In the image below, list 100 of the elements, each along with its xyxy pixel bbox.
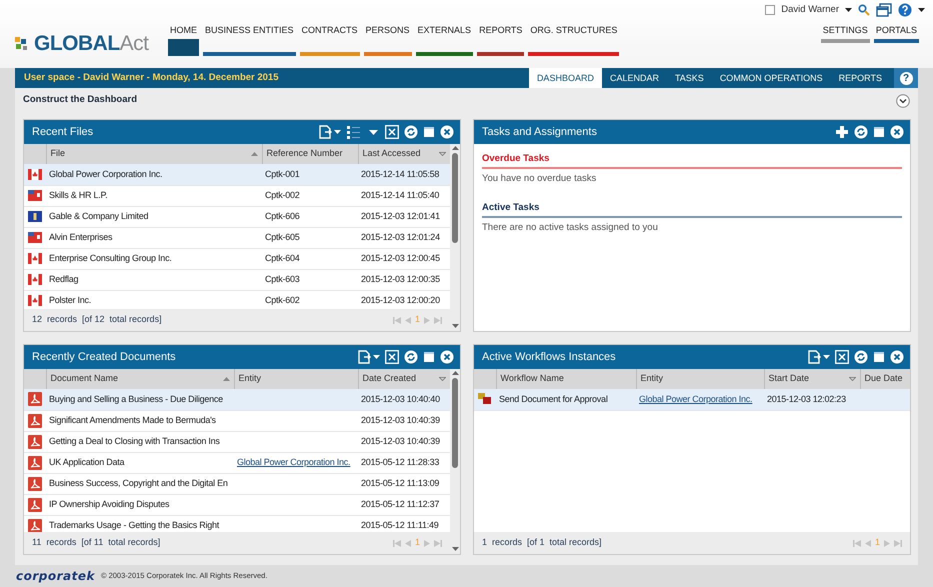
nav-tab[interactable]: PORTALS <box>874 22 919 43</box>
record-count: 1 records [of 1 total records] <box>482 536 602 550</box>
sort-ascending-icon <box>250 152 258 156</box>
table-row[interactable]: Global Power Corporation Inc. Cptk-001 2015-12-14 11:05:58 <box>24 164 450 185</box>
nav-tab[interactable]: SETTINGS <box>820 22 870 43</box>
table-row[interactable]: Buying and Selling a Business - Due Diligence 2015-12-03 10:40:40 <box>24 389 450 410</box>
column-header[interactable]: Due Date <box>860 369 910 389</box>
table-cell: Cptk-606 <box>262 206 358 227</box>
brand-logo: corporatek <box>16 568 95 585</box>
caret-icon[interactable] <box>845 8 852 12</box>
panel-title: Tasks and Assignments <box>482 124 598 140</box>
table-row[interactable]: Business Success, Copyright and the Digital En 2015-05-12 11:13:09 <box>24 473 450 494</box>
checkbox[interactable] <box>765 5 776 16</box>
table-cell: IP Ownership Avoiding Disputes <box>46 494 234 515</box>
tab[interactable]: DASHBOARD <box>528 68 602 88</box>
export-menu-icon[interactable] <box>808 350 830 364</box>
window-icon[interactable] <box>423 351 435 363</box>
column-header[interactable]: Workflow Name <box>496 369 636 389</box>
help-icon[interactable] <box>898 3 912 18</box>
table-row[interactable]: UK Application Data Global Power Corporation Inc. 2015-05-12 11:28:33 <box>24 452 450 473</box>
scrollbar[interactable] <box>450 369 460 554</box>
record-count: 11 records [of 11 total records] <box>32 536 160 550</box>
flag-icon <box>28 253 42 264</box>
column-header[interactable]: Entity <box>636 369 764 389</box>
nav-tab[interactable]: BUSINESS ENTITIES <box>203 22 296 56</box>
windows-icon[interactable] <box>876 3 892 18</box>
flag-icon <box>28 168 42 180</box>
table-row[interactable]: Skills & HR L.P. Cptk-002 2015-12-14 11:05:40 <box>24 185 450 206</box>
flag-icon <box>28 274 42 285</box>
caret-icon[interactable] <box>918 8 925 12</box>
table-cell: Skills & HR L.P. <box>46 185 262 206</box>
window-icon[interactable] <box>873 351 885 363</box>
scroll-up-icon[interactable] <box>452 146 458 150</box>
workflow-icon <box>478 393 492 406</box>
help-button[interactable]: ? <box>900 72 912 84</box>
table-cell: Cptk-001 <box>262 164 358 185</box>
table-row[interactable]: Gable & Company Limited Cptk-606 2015-12-03 12:01:41 <box>24 206 450 227</box>
section-title: Construct the Dashboard <box>23 93 138 108</box>
column-header[interactable]: Start Date <box>764 369 860 389</box>
column-header[interactable]: Date Created <box>358 369 450 389</box>
columns-menu-icon[interactable] <box>346 125 380 139</box>
export-menu-icon[interactable] <box>358 350 380 364</box>
add-icon[interactable] <box>835 125 849 139</box>
column-header[interactable]: File <box>46 144 262 164</box>
refresh-icon[interactable] <box>854 350 868 364</box>
search-icon[interactable] <box>858 4 870 16</box>
table-cell: 2015-12-14 11:05:58 <box>358 164 450 185</box>
close-icon[interactable] <box>890 350 904 364</box>
logo-text: GLOBALAct <box>34 33 148 54</box>
expand-icon[interactable] <box>896 94 910 108</box>
scroll-down-icon[interactable] <box>452 324 458 328</box>
export-menu-icon[interactable] <box>319 125 341 139</box>
tab[interactable]: COMMON OPERATIONS <box>712 68 831 88</box>
table-cell: Global Power Corporation Inc. <box>46 164 262 185</box>
nav-tab[interactable]: REPORTS <box>477 22 524 56</box>
record-count: 12 records [of 12 total records] <box>32 313 162 326</box>
close-icon[interactable] <box>440 125 454 139</box>
close-icon[interactable] <box>440 350 454 364</box>
table-cell: Significant Amendments Made to Bermuda's <box>46 410 234 431</box>
table-row[interactable]: Getting a Deal to Closing with Transaction Ins 2015-12-03 10:40:39 <box>24 431 450 452</box>
table-row[interactable]: Enterprise Consulting Group Inc. Cptk-604 2015-12-03 12:00:45 <box>24 248 450 269</box>
window-icon[interactable] <box>423 126 435 138</box>
column-header[interactable]: Entity <box>234 369 358 389</box>
pdf-icon <box>28 392 42 406</box>
excel-icon[interactable] <box>835 350 849 364</box>
refresh-icon[interactable] <box>404 125 418 139</box>
sort-descending-icon <box>439 377 446 381</box>
scroll-up-icon[interactable] <box>452 371 458 375</box>
tab[interactable]: REPORTS <box>830 68 890 88</box>
table-row[interactable]: Send Document for Approval Global Power Corporation Inc. 2015-12-03 12:02:23 <box>474 389 910 410</box>
refresh-icon[interactable] <box>404 350 418 364</box>
nav-tab[interactable]: ORG. STRUCTURES <box>528 22 620 56</box>
pdf-icon <box>28 434 42 448</box>
table-row[interactable]: Alvin Enterprises Cptk-605 2015-12-03 12:01:24 <box>24 227 450 248</box>
column-header[interactable]: Last Accessed <box>358 144 450 164</box>
refresh-icon[interactable] <box>854 125 868 139</box>
tab[interactable]: TASKS <box>666 68 712 88</box>
table-cell: Alvin Enterprises <box>46 227 262 248</box>
scrollbar[interactable] <box>450 144 460 331</box>
nav-tab[interactable]: CONTRACTS <box>300 22 360 56</box>
nav-tab[interactable]: EXTERNALS <box>416 22 474 56</box>
nav-tab[interactable]: PERSONS <box>364 22 412 56</box>
flag-icon <box>28 295 42 306</box>
scroll-down-icon[interactable] <box>452 547 458 551</box>
column-header[interactable]: Document Name <box>46 369 234 389</box>
excel-icon[interactable] <box>385 350 399 364</box>
excel-icon[interactable] <box>385 125 399 139</box>
entity-link[interactable]: Global Power Corporation Inc. <box>237 456 350 467</box>
tab[interactable]: CALENDAR <box>602 68 667 88</box>
user-menu[interactable]: David Warner <box>781 3 839 18</box>
table-row[interactable]: Significant Amendments Made to Bermuda's 2015-12-03 10:40:39 <box>24 410 450 431</box>
table-row[interactable]: IP Ownership Avoiding Disputes 2015-05-12 11:12:37 <box>24 494 450 515</box>
close-icon[interactable] <box>890 125 904 139</box>
window-icon[interactable] <box>873 126 885 138</box>
panel-title: Recent Files <box>32 124 94 140</box>
flag-icon <box>28 190 42 201</box>
column-header[interactable]: Reference Number <box>262 144 358 164</box>
sort-descending-icon <box>848 377 856 381</box>
table-row[interactable]: Redflag Cptk-603 2015-12-03 12:00:35 <box>24 269 450 290</box>
pdf-icon <box>28 518 42 532</box>
